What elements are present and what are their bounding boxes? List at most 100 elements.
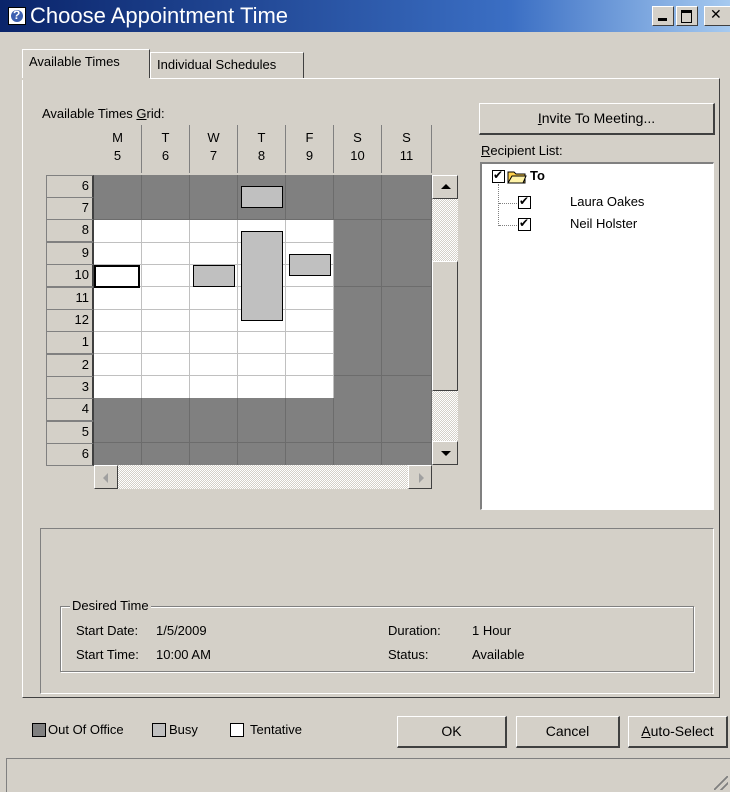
scroll-up-button[interactable] <box>432 175 458 199</box>
day-column-header[interactable]: S 11 <box>382 125 432 173</box>
time-slot-cell[interactable] <box>142 286 190 310</box>
scroll-down-button[interactable] <box>432 441 458 465</box>
time-slot-cell[interactable] <box>238 331 286 355</box>
time-slot-cell[interactable] <box>94 398 142 421</box>
time-slot-cell[interactable] <box>382 197 432 221</box>
invite-to-meeting-button[interactable]: Invite To Meeting... <box>479 103 715 135</box>
time-slot-cell[interactable] <box>286 353 334 377</box>
time-slot-cell[interactable] <box>382 175 432 198</box>
time-slot-cell[interactable] <box>286 308 334 332</box>
time-slot-cell[interactable] <box>142 420 190 444</box>
auto-select-button[interactable]: Auto-Select <box>628 716 728 748</box>
time-slot-cell[interactable] <box>286 286 334 310</box>
time-slot-cell[interactable] <box>142 442 190 466</box>
time-slot-cell[interactable] <box>382 308 432 332</box>
help-icon[interactable] <box>8 7 26 25</box>
time-slot-cell[interactable] <box>94 219 142 243</box>
selected-time-slot[interactable] <box>94 265 140 288</box>
time-slot-cell[interactable] <box>334 264 382 288</box>
day-column-header[interactable]: W7 <box>190 125 238 173</box>
time-slot-cell[interactable] <box>382 375 432 399</box>
grid-vertical-scrollbar[interactable] <box>432 175 458 465</box>
ok-button[interactable]: OK <box>397 716 507 748</box>
time-slot-cell[interactable] <box>142 175 190 198</box>
time-slot-cell[interactable] <box>286 442 334 466</box>
time-slot-cell[interactable] <box>190 375 238 399</box>
busy-block[interactable] <box>289 254 331 276</box>
tab-individual-schedules[interactable]: Individual Schedules <box>150 52 304 78</box>
busy-block[interactable] <box>241 231 283 321</box>
time-slot-cell[interactable] <box>334 420 382 444</box>
time-slot-cell[interactable] <box>190 308 238 332</box>
cancel-button[interactable]: Cancel <box>516 716 620 748</box>
time-slot-cell[interactable] <box>286 331 334 355</box>
time-slot-cell[interactable] <box>94 331 142 355</box>
time-slot-cell[interactable] <box>286 398 334 421</box>
recipient-checkbox[interactable] <box>518 216 531 231</box>
time-slot-cell[interactable] <box>190 353 238 377</box>
close-button[interactable] <box>704 6 730 26</box>
day-column-header[interactable]: S 10 <box>334 125 382 173</box>
schedule-grid[interactable] <box>94 175 432 466</box>
time-slot-cell[interactable] <box>142 241 190 265</box>
time-slot-cell[interactable] <box>382 398 432 421</box>
time-slot-cell[interactable] <box>142 353 190 377</box>
maximize-button[interactable] <box>676 6 698 26</box>
time-slot-cell[interactable] <box>94 353 142 377</box>
busy-block[interactable] <box>193 265 235 287</box>
time-slot-cell[interactable] <box>94 308 142 332</box>
day-column-header[interactable]: F9 <box>286 125 334 173</box>
time-slot-cell[interactable] <box>238 398 286 421</box>
time-slot-cell[interactable] <box>334 219 382 243</box>
time-slot-cell[interactable] <box>382 353 432 377</box>
time-slot-cell[interactable] <box>190 420 238 444</box>
time-slot-cell[interactable] <box>142 219 190 243</box>
time-slot-cell[interactable] <box>334 197 382 221</box>
recipient-checkbox[interactable] <box>518 194 531 209</box>
time-slot-cell[interactable] <box>142 197 190 221</box>
time-slot-cell[interactable] <box>334 331 382 355</box>
time-slot-cell[interactable] <box>334 442 382 466</box>
day-column-header[interactable]: M5 <box>94 125 142 173</box>
time-slot-cell[interactable] <box>238 442 286 466</box>
time-slot-cell[interactable] <box>382 442 432 466</box>
time-slot-cell[interactable] <box>334 175 382 198</box>
to-group-checkbox[interactable] <box>492 168 505 183</box>
busy-block[interactable] <box>241 186 283 208</box>
recipient-tree[interactable]: To Laura Oakes Neil Holster <box>480 162 714 510</box>
time-slot-cell[interactable] <box>142 375 190 399</box>
day-column-header[interactable]: T8 <box>238 125 286 173</box>
time-slot-cell[interactable] <box>142 308 190 332</box>
time-slot-cell[interactable] <box>190 219 238 243</box>
time-slot-cell[interactable] <box>382 241 432 265</box>
time-slot-cell[interactable] <box>142 398 190 421</box>
time-slot-cell[interactable] <box>382 219 432 243</box>
time-slot-cell[interactable] <box>94 286 142 310</box>
time-slot-cell[interactable] <box>286 375 334 399</box>
scroll-right-button[interactable] <box>408 465 432 489</box>
time-slot-cell[interactable] <box>286 219 334 243</box>
time-slot-cell[interactable] <box>334 375 382 399</box>
scroll-thumb[interactable] <box>432 261 458 391</box>
time-slot-cell[interactable] <box>334 241 382 265</box>
time-slot-cell[interactable] <box>94 197 142 221</box>
time-slot-cell[interactable] <box>190 442 238 466</box>
time-slot-cell[interactable] <box>238 353 286 377</box>
time-slot-cell[interactable] <box>286 175 334 198</box>
resize-grip-icon[interactable] <box>714 776 728 790</box>
time-slot-cell[interactable] <box>190 331 238 355</box>
time-slot-cell[interactable] <box>334 308 382 332</box>
time-slot-cell[interactable] <box>334 398 382 421</box>
time-slot-cell[interactable] <box>94 420 142 444</box>
tab-available-times[interactable]: Available Times <box>22 49 150 79</box>
time-slot-cell[interactable] <box>286 197 334 221</box>
time-slot-cell[interactable] <box>334 353 382 377</box>
time-slot-cell[interactable] <box>142 264 190 288</box>
time-slot-cell[interactable] <box>190 241 238 265</box>
time-slot-cell[interactable] <box>94 375 142 399</box>
time-slot-cell[interactable] <box>382 331 432 355</box>
time-slot-cell[interactable] <box>382 264 432 288</box>
time-slot-cell[interactable] <box>382 286 432 310</box>
time-slot-cell[interactable] <box>190 286 238 310</box>
time-slot-cell[interactable] <box>238 375 286 399</box>
